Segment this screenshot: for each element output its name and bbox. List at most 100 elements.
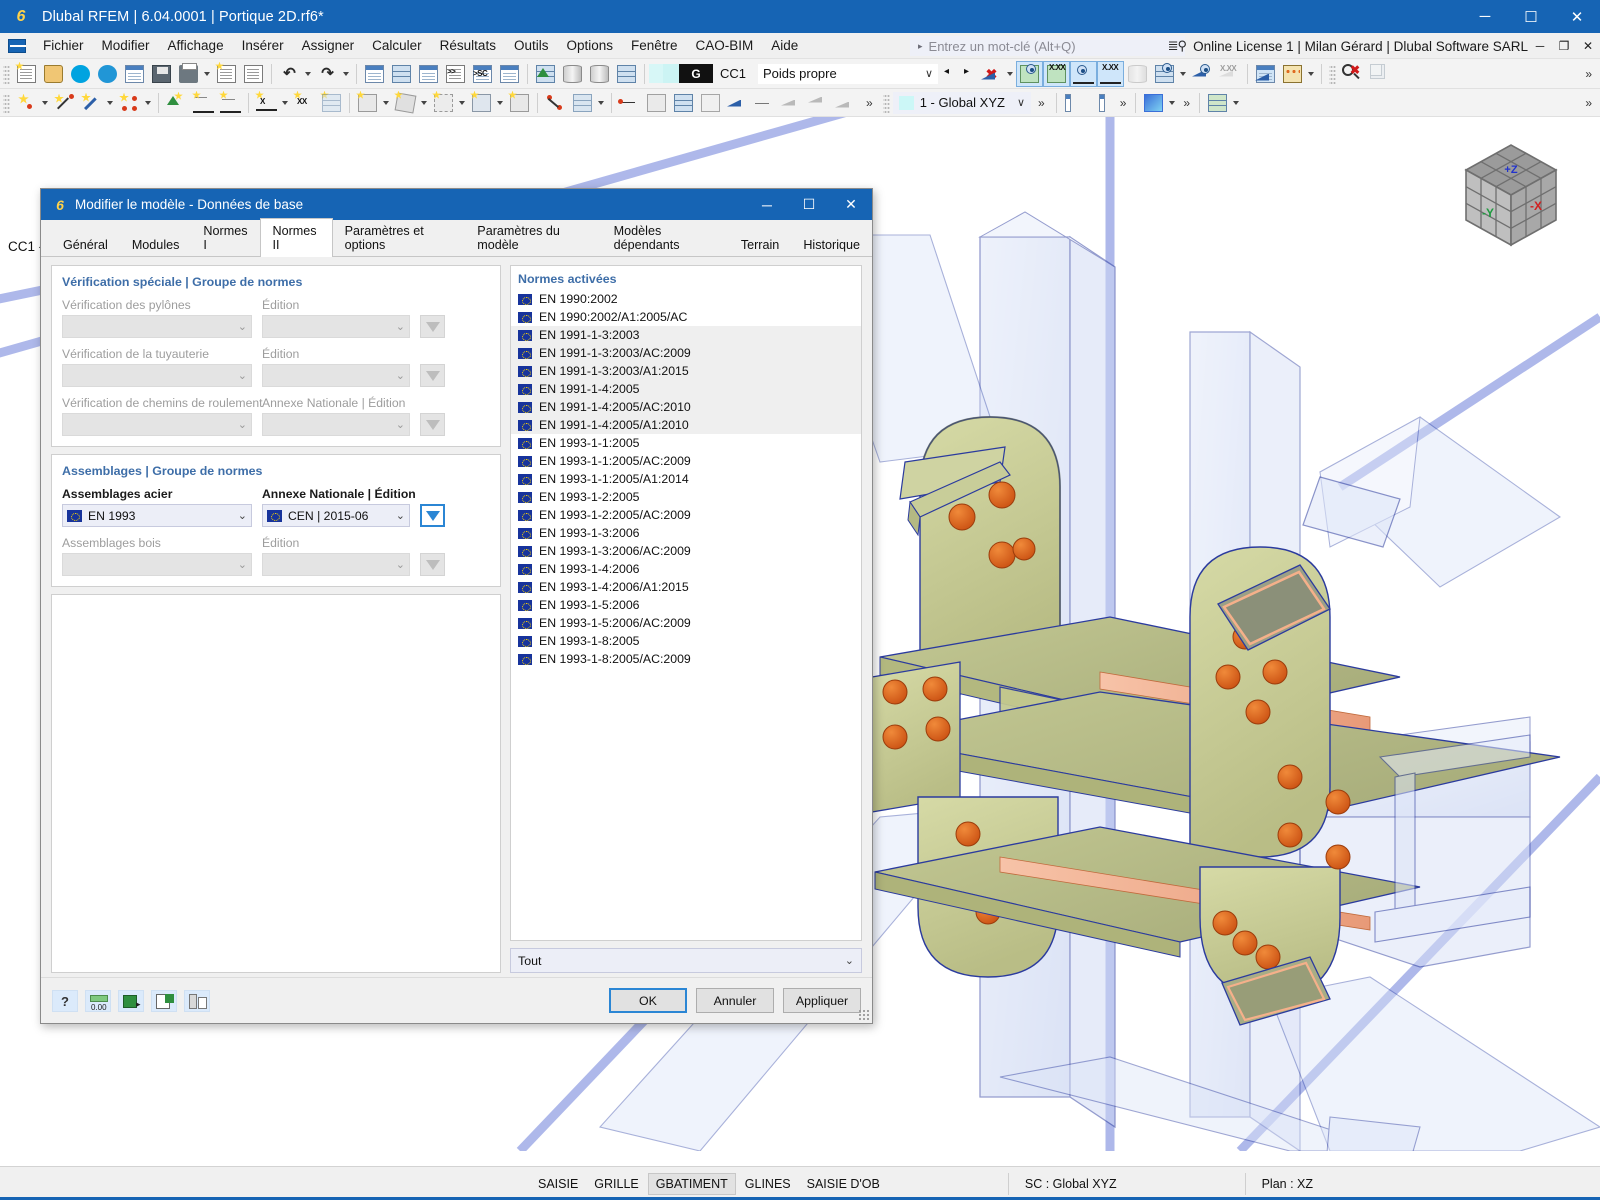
filter-button-assemblages-acier[interactable] <box>420 504 445 527</box>
calculation-caret[interactable] <box>1306 62 1317 86</box>
combo-assemblages-acier[interactable]: EN 1993 ⌄ <box>62 504 252 527</box>
list-item[interactable]: EN 1993-1-3:2006/AC:2009 <box>511 542 861 560</box>
delete-results-icon[interactable]: ✖ <box>979 62 1004 86</box>
combo-edition-tuyauterie[interactable]: ⌄ <box>262 364 410 387</box>
coordinate-system-combo[interactable]: 1 - Global XYZ ∨ <box>892 91 1032 114</box>
member-result-icon[interactable] <box>752 91 777 115</box>
menu-cao-bim[interactable]: CAO-BIM <box>687 34 763 57</box>
undo-dropdown-caret[interactable] <box>303 62 314 86</box>
grid-snap-icon[interactable] <box>319 90 344 115</box>
mirror-icon[interactable] <box>431 90 456 115</box>
surfaces-icon[interactable] <box>1152 62 1177 86</box>
section-icon[interactable] <box>614 62 639 86</box>
tab-parametres-et-options[interactable]: Paramètres et options <box>333 218 466 257</box>
print-icon[interactable] <box>176 62 201 86</box>
export-icon[interactable] <box>151 989 177 1012</box>
dialog-titlebar[interactable]: 6 Modifier le modèle - Données de base ─… <box>41 189 872 220</box>
toolbar2-overflow-right[interactable]: » <box>1585 96 1592 110</box>
tab-modules[interactable]: Modules <box>120 232 192 257</box>
console-icon[interactable]: >> <box>443 62 468 86</box>
new-member-caret[interactable] <box>105 91 116 115</box>
clipping-icon[interactable] <box>587 62 612 86</box>
nodal-support-icon[interactable] <box>191 90 216 115</box>
connect-lines-icon[interactable] <box>543 91 568 115</box>
cancel-button[interactable]: Annuler <box>696 988 774 1013</box>
measure-icon[interactable] <box>617 91 642 115</box>
filter-button-pylones[interactable] <box>420 315 445 338</box>
project-manager-icon[interactable] <box>122 62 147 86</box>
list-item[interactable]: EN 1991-1-4:2005 <box>511 380 861 398</box>
script-sc-icon[interactable]: >SC <box>470 62 495 86</box>
zoom-delete-icon[interactable]: ✖ <box>1340 62 1365 86</box>
extrude-icon[interactable] <box>469 90 494 115</box>
show-loads-icon[interactable] <box>1016 60 1044 87</box>
dialog-resize-grip[interactable] <box>858 1009 870 1021</box>
delete-results-caret[interactable] <box>1005 62 1016 86</box>
help-icon[interactable]: ? <box>52 989 78 1012</box>
units-icon[interactable]: 0.00 <box>85 989 111 1012</box>
rotate-icon[interactable] <box>393 90 418 115</box>
list-item[interactable]: EN 1991-1-3:2003/A1:2015 <box>511 362 861 380</box>
color-overflow-button[interactable]: » <box>1183 96 1190 110</box>
list-item[interactable]: EN 1990:2002 <box>511 290 861 308</box>
tab-parametres-du-modele[interactable]: Paramètres du modèle <box>465 218 601 257</box>
menu-inserer[interactable]: Insérer <box>233 34 293 57</box>
license-search-icon[interactable]: ≣⚲ <box>1168 38 1187 54</box>
list-item[interactable]: EN 1993-1-8:2005 <box>511 632 861 650</box>
doc-close-button[interactable]: ✕ <box>1576 39 1600 53</box>
mesh-icon[interactable] <box>671 91 696 115</box>
new-solid-icon[interactable] <box>164 91 189 115</box>
list-item[interactable]: EN 1990:2002/A1:2005/AC <box>511 308 861 326</box>
window-close-button[interactable]: ✕ <box>1554 0 1600 33</box>
next-loadcase-button[interactable]: ▸ <box>959 62 977 86</box>
print-dropdown-caret[interactable] <box>202 62 213 86</box>
dimension-xx-icon[interactable]: XX <box>292 90 317 115</box>
doc-restore-button[interactable]: ❐ <box>1552 39 1576 53</box>
list-item[interactable]: EN 1993-1-1:2005/A1:2014 <box>511 470 861 488</box>
keyword-search-box[interactable]: ▸ Entrez un mot-clé (Alt+Q) <box>910 36 1185 56</box>
standards-list-panel[interactable]: Normes activées EN 1990:2002 EN 1990:200… <box>510 265 862 941</box>
toolbar-grip[interactable] <box>3 63 10 84</box>
tab-modeles-dependants[interactable]: Modèles dépendants <box>602 218 729 257</box>
line-support-icon[interactable] <box>218 90 243 115</box>
redo-icon[interactable]: ↷ <box>315 62 340 86</box>
extrude-caret[interactable] <box>495 91 506 115</box>
apply-button[interactable]: Appliquer <box>783 988 861 1013</box>
document-icon[interactable] <box>241 62 266 86</box>
tables-icon[interactable] <box>389 62 414 86</box>
status-glines[interactable]: GLINES <box>738 1174 798 1194</box>
intersect-caret[interactable] <box>596 91 607 115</box>
combo-verification-chemins-roulement[interactable]: ⌄ <box>62 413 252 436</box>
combo-annexe-nationale-acier[interactable]: CEN | 2015-06 ⌄ <box>262 504 410 527</box>
tab-normes-ii[interactable]: Normes II <box>260 218 333 257</box>
status-gbatiment[interactable]: GBATIMENT <box>647 1172 736 1195</box>
standards-filter-combo[interactable]: Tout ⌄ <box>510 948 862 973</box>
copy-move-icon[interactable] <box>355 90 380 115</box>
loadcase-combo[interactable]: Poids propre ∨ <box>758 63 939 84</box>
list-item[interactable]: EN 1993-1-5:2006/AC:2009 <box>511 614 861 632</box>
list-item[interactable]: EN 1993-1-3:2006 <box>511 524 861 542</box>
show-supports-icon[interactable] <box>1070 60 1098 87</box>
load-case-selector[interactable]: G CC1 Poids propre ∨ <box>649 62 939 86</box>
prev-loadcase-button[interactable]: ◂ <box>939 62 957 86</box>
combo-annexe-nationale-roulement[interactable]: ⌄ <box>262 413 410 436</box>
calculation-diagram-icon[interactable] <box>1280 62 1305 86</box>
result-section-icon[interactable] <box>725 91 750 115</box>
undo-icon[interactable]: ↶ <box>277 62 302 86</box>
solid-result-icon[interactable] <box>806 91 831 115</box>
scale-icon[interactable] <box>507 90 532 115</box>
toolbar-grip[interactable] <box>1329 63 1337 84</box>
list-item[interactable]: EN 1993-1-5:2006 <box>511 596 861 614</box>
combo-verification-pylones[interactable]: ⌄ <box>62 315 252 338</box>
dimension-icon[interactable]: X <box>254 90 279 115</box>
new-node-caret[interactable] <box>40 91 51 115</box>
toolbar-grip[interactable] <box>3 92 10 113</box>
toolbar-overflow-button[interactable]: » <box>1585 67 1592 81</box>
list-item[interactable]: EN 1993-1-2:2005/AC:2009 <box>511 506 861 524</box>
surface-result-icon[interactable] <box>779 91 804 115</box>
tab-normes-i[interactable]: Normes I <box>191 218 260 257</box>
filter-button-chemins-roulement[interactable] <box>420 413 445 436</box>
printout-report-icon[interactable] <box>214 61 239 86</box>
menu-assigner[interactable]: Assigner <box>293 34 364 57</box>
new-model-icon[interactable] <box>14 61 39 86</box>
